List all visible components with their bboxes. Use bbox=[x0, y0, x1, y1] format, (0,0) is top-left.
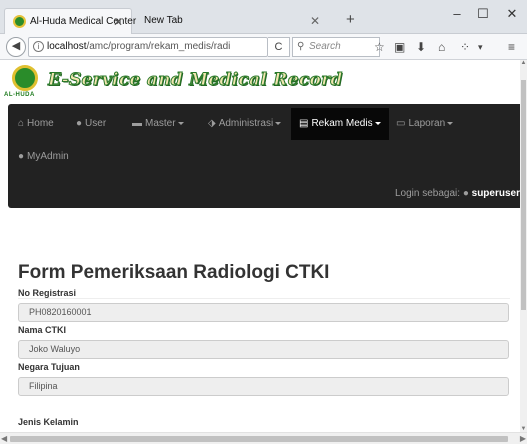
scroll-left-icon[interactable]: ◀ bbox=[1, 433, 7, 444]
back-button[interactable]: ◀ bbox=[6, 37, 26, 57]
close-window-button[interactable]: ✕ bbox=[502, 5, 522, 23]
user-icon: ● bbox=[76, 118, 83, 129]
overflow-chevron-icon[interactable]: ▾ bbox=[478, 40, 483, 54]
caret-down-icon bbox=[374, 121, 381, 125]
book-icon: ▤ bbox=[299, 118, 309, 129]
label-negara-tujuan: Negara Tujuan bbox=[18, 362, 80, 372]
tab-al-huda[interactable]: Al-Huda Medical Center ✕ bbox=[4, 8, 136, 35]
search-icon: ⚲ bbox=[297, 41, 305, 52]
user-icon: ● bbox=[462, 188, 469, 199]
nav-label: Rekam Medis bbox=[311, 118, 373, 129]
download-icon[interactable]: ⬇ bbox=[416, 40, 426, 54]
reading-list-icon[interactable]: ▣ bbox=[394, 40, 405, 54]
user-icon: ● bbox=[18, 151, 25, 162]
tab-new-tab[interactable]: New Tab ✕ bbox=[134, 8, 334, 34]
no-registrasi-field[interactable]: PH0820160001 bbox=[18, 303, 509, 322]
site-title: E-Service and Medical Record bbox=[48, 70, 343, 91]
bookmark-star-icon[interactable]: ☆ bbox=[374, 40, 385, 54]
label-jenis-kelamin: Jenis Kelamin bbox=[18, 417, 79, 427]
login-username[interactable]: superuser bbox=[472, 188, 520, 199]
nav-label: User bbox=[85, 118, 107, 129]
horizontal-scrollbar[interactable]: ◀ ▶ bbox=[0, 432, 527, 444]
site-favicon-icon bbox=[13, 15, 26, 28]
caret-down-icon bbox=[275, 121, 282, 125]
site-header: AL-HUDA E-Service and Medical Record bbox=[0, 60, 520, 104]
nav-home[interactable]: ⌂ Home bbox=[18, 117, 54, 131]
maximize-button[interactable]: ☐ bbox=[473, 5, 493, 23]
home-icon: ⌂ bbox=[18, 118, 25, 129]
nav-user[interactable]: ● User bbox=[76, 117, 106, 131]
search-placeholder: Search bbox=[309, 41, 341, 52]
nav-myadmin[interactable]: ● MyAdmin bbox=[18, 150, 69, 164]
close-tab-icon[interactable]: ✕ bbox=[310, 8, 320, 34]
url-path: /amc/program/rekam_medis/radi bbox=[86, 41, 231, 52]
new-tab-button[interactable]: + bbox=[346, 10, 355, 30]
title-divider bbox=[18, 298, 510, 299]
list-icon: ▬ bbox=[132, 118, 142, 129]
nav-laporan[interactable]: ▭ Laporan bbox=[396, 117, 454, 131]
home-icon[interactable]: ⌂ bbox=[438, 40, 445, 54]
main-navbar: ⌂ Home ● User ▬ Master ⬗ Administrasi ▤ Rekam… bbox=[8, 104, 520, 208]
minimize-button[interactable]: – bbox=[447, 5, 467, 23]
tag-icon: ⬗ bbox=[208, 118, 216, 129]
vertical-scrollbar[interactable]: ▲ ▼ bbox=[520, 60, 527, 432]
nav-label: Master bbox=[145, 118, 176, 129]
horizontal-scroll-thumb[interactable] bbox=[10, 436, 508, 442]
tab-title: New Tab bbox=[144, 15, 183, 26]
label-no-registrasi: No Registrasi bbox=[18, 288, 77, 298]
nav-label: MyAdmin bbox=[27, 151, 69, 162]
caret-down-icon bbox=[177, 121, 184, 125]
site-info-icon[interactable]: i bbox=[33, 41, 44, 52]
nav-label: Home bbox=[27, 118, 54, 129]
nav-label: Laporan bbox=[408, 118, 446, 129]
login-info: Login sebagai: ● superuser bbox=[395, 188, 520, 199]
address-bar[interactable]: i localhost/amc/program/rekam_medis/radi bbox=[28, 37, 268, 57]
scroll-right-icon[interactable]: ▶ bbox=[520, 433, 526, 444]
label-nama-ctki: Nama CTKI bbox=[18, 325, 67, 335]
menu-icon[interactable]: ≡ bbox=[508, 40, 515, 54]
document-icon: ▭ bbox=[396, 118, 406, 129]
nav-label: Administrasi bbox=[218, 118, 274, 129]
nama-ctki-field[interactable]: Joko Waluyo bbox=[18, 340, 509, 359]
page-title: Form Pemeriksaan Radiologi CTKI bbox=[18, 262, 330, 283]
nav-administrasi[interactable]: ⬗ Administrasi bbox=[208, 117, 282, 131]
page-viewport: AL-HUDA E-Service and Medical Record ⌂ Ho… bbox=[0, 60, 520, 444]
url-host: localhost bbox=[47, 41, 87, 52]
extension-icon[interactable]: ⁘ bbox=[460, 40, 470, 54]
nav-rekam-medis[interactable]: ▤ Rekam Medis bbox=[291, 108, 389, 140]
browser-toolbar: ◀ i localhost/amc/program/rekam_medis/ra… bbox=[0, 34, 527, 60]
vertical-scroll-thumb[interactable] bbox=[521, 80, 526, 310]
scroll-up-icon[interactable]: ▲ bbox=[520, 60, 527, 66]
nav-master[interactable]: ▬ Master bbox=[132, 117, 184, 131]
close-tab-icon[interactable]: ✕ bbox=[113, 9, 123, 35]
search-input[interactable]: ⚲ Search bbox=[292, 37, 380, 57]
caret-down-icon bbox=[447, 121, 454, 125]
negara-tujuan-field[interactable]: Filipina bbox=[18, 377, 509, 396]
browser-tab-bar: Al-Huda Medical Center ✕ New Tab ✕ + – ☐… bbox=[0, 0, 527, 34]
login-prefix: Login sebagai: bbox=[394, 188, 461, 199]
hospital-logo-icon[interactable] bbox=[12, 65, 38, 91]
logo-caption: AL-HUDA bbox=[4, 92, 35, 98]
reload-button[interactable]: C bbox=[268, 37, 290, 57]
